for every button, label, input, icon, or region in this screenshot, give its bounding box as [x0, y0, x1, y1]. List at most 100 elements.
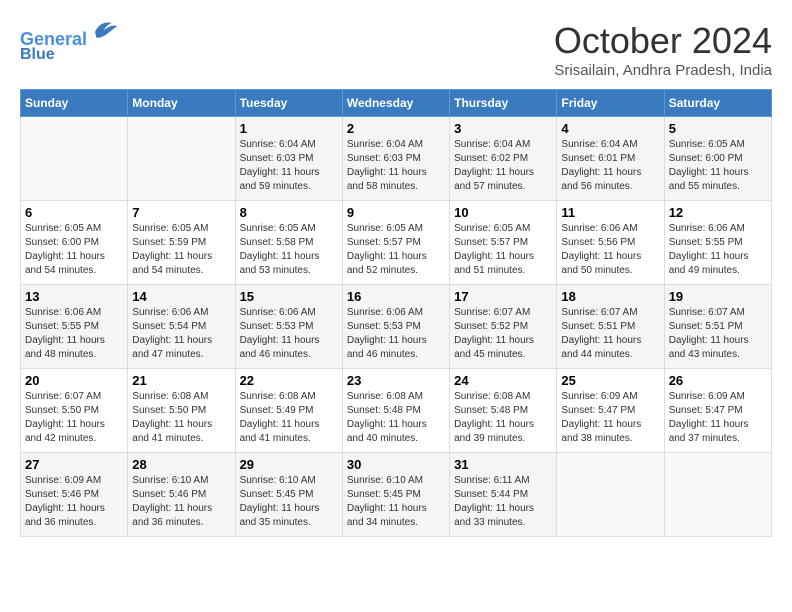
- day-number: 21: [132, 373, 230, 388]
- calendar-cell: 13Sunrise: 6:06 AMSunset: 5:55 PMDayligh…: [21, 285, 128, 369]
- calendar-cell: 7 Sunrise: 6:05 AMSunset: 5:59 PMDaylight…: [128, 201, 235, 285]
- day-number: 15: [240, 289, 338, 304]
- day-number: 1: [240, 121, 338, 136]
- calendar-cell: 16 Sunrise: 6:06 AMSunset: 5:53 PMDayligh…: [342, 285, 449, 369]
- calendar-cell: 14Sunrise: 6:06 AMSunset: 5:54 PMDayligh…: [128, 285, 235, 369]
- calendar-cell: 9 Sunrise: 6:05 AMSunset: 5:57 PMDaylight…: [342, 201, 449, 285]
- day-number: 2: [347, 121, 445, 136]
- day-number: 29: [240, 457, 338, 472]
- calendar-cell: 31Sunrise: 6:11 AMSunset: 5:44 PMDayligh…: [450, 453, 557, 537]
- calendar-cell: 5Sunrise: 6:05 AMSunset: 6:00 PMDaylight…: [664, 117, 771, 201]
- calendar-table: SundayMondayTuesdayWednesdayThursdayFrid…: [20, 89, 772, 537]
- calendar-cell: 8 Sunrise: 6:05 AMSunset: 5:58 PMDaylight…: [235, 201, 342, 285]
- day-number: 3: [454, 121, 552, 136]
- calendar-cell: 29Sunrise: 6:10 AMSunset: 5:45 PMDayligh…: [235, 453, 342, 537]
- cell-info: Sunrise: 6:04 AMSunset: 6:03 PMDaylight:…: [240, 138, 338, 194]
- calendar-cell: 2 Sunrise: 6:04 AMSunset: 6:03 PMDaylight…: [342, 117, 449, 201]
- day-number: 9: [347, 205, 445, 220]
- cell-info: Sunrise: 6:06 AMSunset: 5:55 PMDaylight:…: [669, 222, 767, 278]
- weekday-header-monday: Monday: [128, 90, 235, 117]
- calendar-cell: 6 Sunrise: 6:05 AMSunset: 6:00 PMDaylight…: [21, 201, 128, 285]
- calendar-cell: 25 Sunrise: 6:09 AMSunset: 5:47 PMDayligh…: [557, 369, 664, 453]
- calendar-cell: 28 Sunrise: 6:10 AMSunset: 5:46 PMDayligh…: [128, 453, 235, 537]
- cell-info: Sunrise: 6:10 AMSunset: 5:45 PMDaylight:…: [347, 474, 445, 530]
- cell-info: Sunrise: 6:09 AMSunset: 5:47 PMDaylight:…: [669, 390, 767, 446]
- cell-info: Sunrise: 6:05 AMSunset: 5:58 PMDaylight:…: [240, 222, 338, 278]
- cell-info: Sunrise: 6:05 AMSunset: 6:00 PMDaylight:…: [25, 222, 123, 278]
- day-number: 10: [454, 205, 552, 220]
- weekday-header-sunday: Sunday: [21, 90, 128, 117]
- weekday-header-row: SundayMondayTuesdayWednesdayThursdayFrid…: [21, 90, 772, 117]
- calendar-cell: 18Sunrise: 6:07 AMSunset: 5:51 PMDayligh…: [557, 285, 664, 369]
- calendar-cell: 22 Sunrise: 6:08 AMSunset: 5:49 PMDayligh…: [235, 369, 342, 453]
- calendar-cell: 23 Sunrise: 6:08 AMSunset: 5:48 PMDayligh…: [342, 369, 449, 453]
- cell-info: Sunrise: 6:05 AMSunset: 5:59 PMDaylight:…: [132, 222, 230, 278]
- calendar-cell: 1 Sunrise: 6:04 AMSunset: 6:03 PMDaylight…: [235, 117, 342, 201]
- day-number: 24: [454, 373, 552, 388]
- cell-info: Sunrise: 6:08 AMSunset: 5:49 PMDaylight:…: [240, 390, 338, 446]
- day-number: 12: [669, 205, 767, 220]
- cell-info: Sunrise: 6:08 AMSunset: 5:48 PMDaylight:…: [454, 390, 552, 446]
- day-number: 23: [347, 373, 445, 388]
- calendar-cell: [128, 117, 235, 201]
- weekday-header-thursday: Thursday: [450, 90, 557, 117]
- calendar-cell: 3 Sunrise: 6:04 AMSunset: 6:02 PMDaylight…: [450, 117, 557, 201]
- cell-info: Sunrise: 6:06 AMSunset: 5:53 PMDaylight:…: [240, 306, 338, 362]
- weekday-header-saturday: Saturday: [664, 90, 771, 117]
- cell-info: Sunrise: 6:07 AMSunset: 5:51 PMDaylight:…: [669, 306, 767, 362]
- calendar-week-row: 1 Sunrise: 6:04 AMSunset: 6:03 PMDaylight…: [21, 117, 772, 201]
- calendar-cell: 21Sunrise: 6:08 AMSunset: 5:50 PMDayligh…: [128, 369, 235, 453]
- calendar-week-row: 27 Sunrise: 6:09 AMSunset: 5:46 PMDayligh…: [21, 453, 772, 537]
- day-number: 25: [561, 373, 659, 388]
- day-number: 8: [240, 205, 338, 220]
- cell-info: Sunrise: 6:04 AMSunset: 6:01 PMDaylight:…: [561, 138, 659, 194]
- calendar-cell: [21, 117, 128, 201]
- cell-info: Sunrise: 6:07 AMSunset: 5:52 PMDaylight:…: [454, 306, 552, 362]
- cell-info: Sunrise: 6:07 AMSunset: 5:50 PMDaylight:…: [25, 390, 123, 446]
- cell-info: Sunrise: 6:08 AMSunset: 5:48 PMDaylight:…: [347, 390, 445, 446]
- calendar-week-row: 20Sunrise: 6:07 AMSunset: 5:50 PMDayligh…: [21, 369, 772, 453]
- calendar-cell: [557, 453, 664, 537]
- day-number: 27: [25, 457, 123, 472]
- day-number: 28: [132, 457, 230, 472]
- day-number: 26: [669, 373, 767, 388]
- cell-info: Sunrise: 6:05 AMSunset: 5:57 PMDaylight:…: [454, 222, 552, 278]
- day-number: 19: [669, 289, 767, 304]
- calendar-cell: [664, 453, 771, 537]
- day-number: 13: [25, 289, 123, 304]
- cell-info: Sunrise: 6:04 AMSunset: 6:02 PMDaylight:…: [454, 138, 552, 194]
- weekday-header-friday: Friday: [557, 90, 664, 117]
- calendar-cell: 15 Sunrise: 6:06 AMSunset: 5:53 PMDayligh…: [235, 285, 342, 369]
- cell-info: Sunrise: 6:09 AMSunset: 5:46 PMDaylight:…: [25, 474, 123, 530]
- day-number: 4: [561, 121, 659, 136]
- day-number: 22: [240, 373, 338, 388]
- day-number: 17: [454, 289, 552, 304]
- calendar-cell: 12 Sunrise: 6:06 AMSunset: 5:55 PMDayligh…: [664, 201, 771, 285]
- cell-info: Sunrise: 6:06 AMSunset: 5:54 PMDaylight:…: [132, 306, 230, 362]
- title-area: October 2024 Srisailain, Andhra Pradesh,…: [554, 20, 772, 79]
- weekday-header-tuesday: Tuesday: [235, 90, 342, 117]
- calendar-week-row: 13Sunrise: 6:06 AMSunset: 5:55 PMDayligh…: [21, 285, 772, 369]
- day-number: 6: [25, 205, 123, 220]
- month-title: October 2024: [554, 20, 772, 62]
- calendar-cell: 27 Sunrise: 6:09 AMSunset: 5:46 PMDayligh…: [21, 453, 128, 537]
- cell-info: Sunrise: 6:04 AMSunset: 6:03 PMDaylight:…: [347, 138, 445, 194]
- logo: General Blue: [20, 20, 119, 63]
- calendar-cell: 24 Sunrise: 6:08 AMSunset: 5:48 PMDayligh…: [450, 369, 557, 453]
- calendar-cell: 20Sunrise: 6:07 AMSunset: 5:50 PMDayligh…: [21, 369, 128, 453]
- calendar-cell: 26 Sunrise: 6:09 AMSunset: 5:47 PMDayligh…: [664, 369, 771, 453]
- cell-info: Sunrise: 6:05 AMSunset: 6:00 PMDaylight:…: [669, 138, 767, 194]
- cell-info: Sunrise: 6:05 AMSunset: 5:57 PMDaylight:…: [347, 222, 445, 278]
- day-number: 7: [132, 205, 230, 220]
- logo-bird-icon: [89, 15, 119, 45]
- calendar-cell: 11Sunrise: 6:06 AMSunset: 5:56 PMDayligh…: [557, 201, 664, 285]
- day-number: 16: [347, 289, 445, 304]
- weekday-header-wednesday: Wednesday: [342, 90, 449, 117]
- cell-info: Sunrise: 6:06 AMSunset: 5:53 PMDaylight:…: [347, 306, 445, 362]
- cell-info: Sunrise: 6:09 AMSunset: 5:47 PMDaylight:…: [561, 390, 659, 446]
- cell-info: Sunrise: 6:10 AMSunset: 5:46 PMDaylight:…: [132, 474, 230, 530]
- calendar-cell: 19 Sunrise: 6:07 AMSunset: 5:51 PMDayligh…: [664, 285, 771, 369]
- calendar-cell: 4 Sunrise: 6:04 AMSunset: 6:01 PMDaylight…: [557, 117, 664, 201]
- calendar-week-row: 6 Sunrise: 6:05 AMSunset: 6:00 PMDaylight…: [21, 201, 772, 285]
- day-number: 11: [561, 205, 659, 220]
